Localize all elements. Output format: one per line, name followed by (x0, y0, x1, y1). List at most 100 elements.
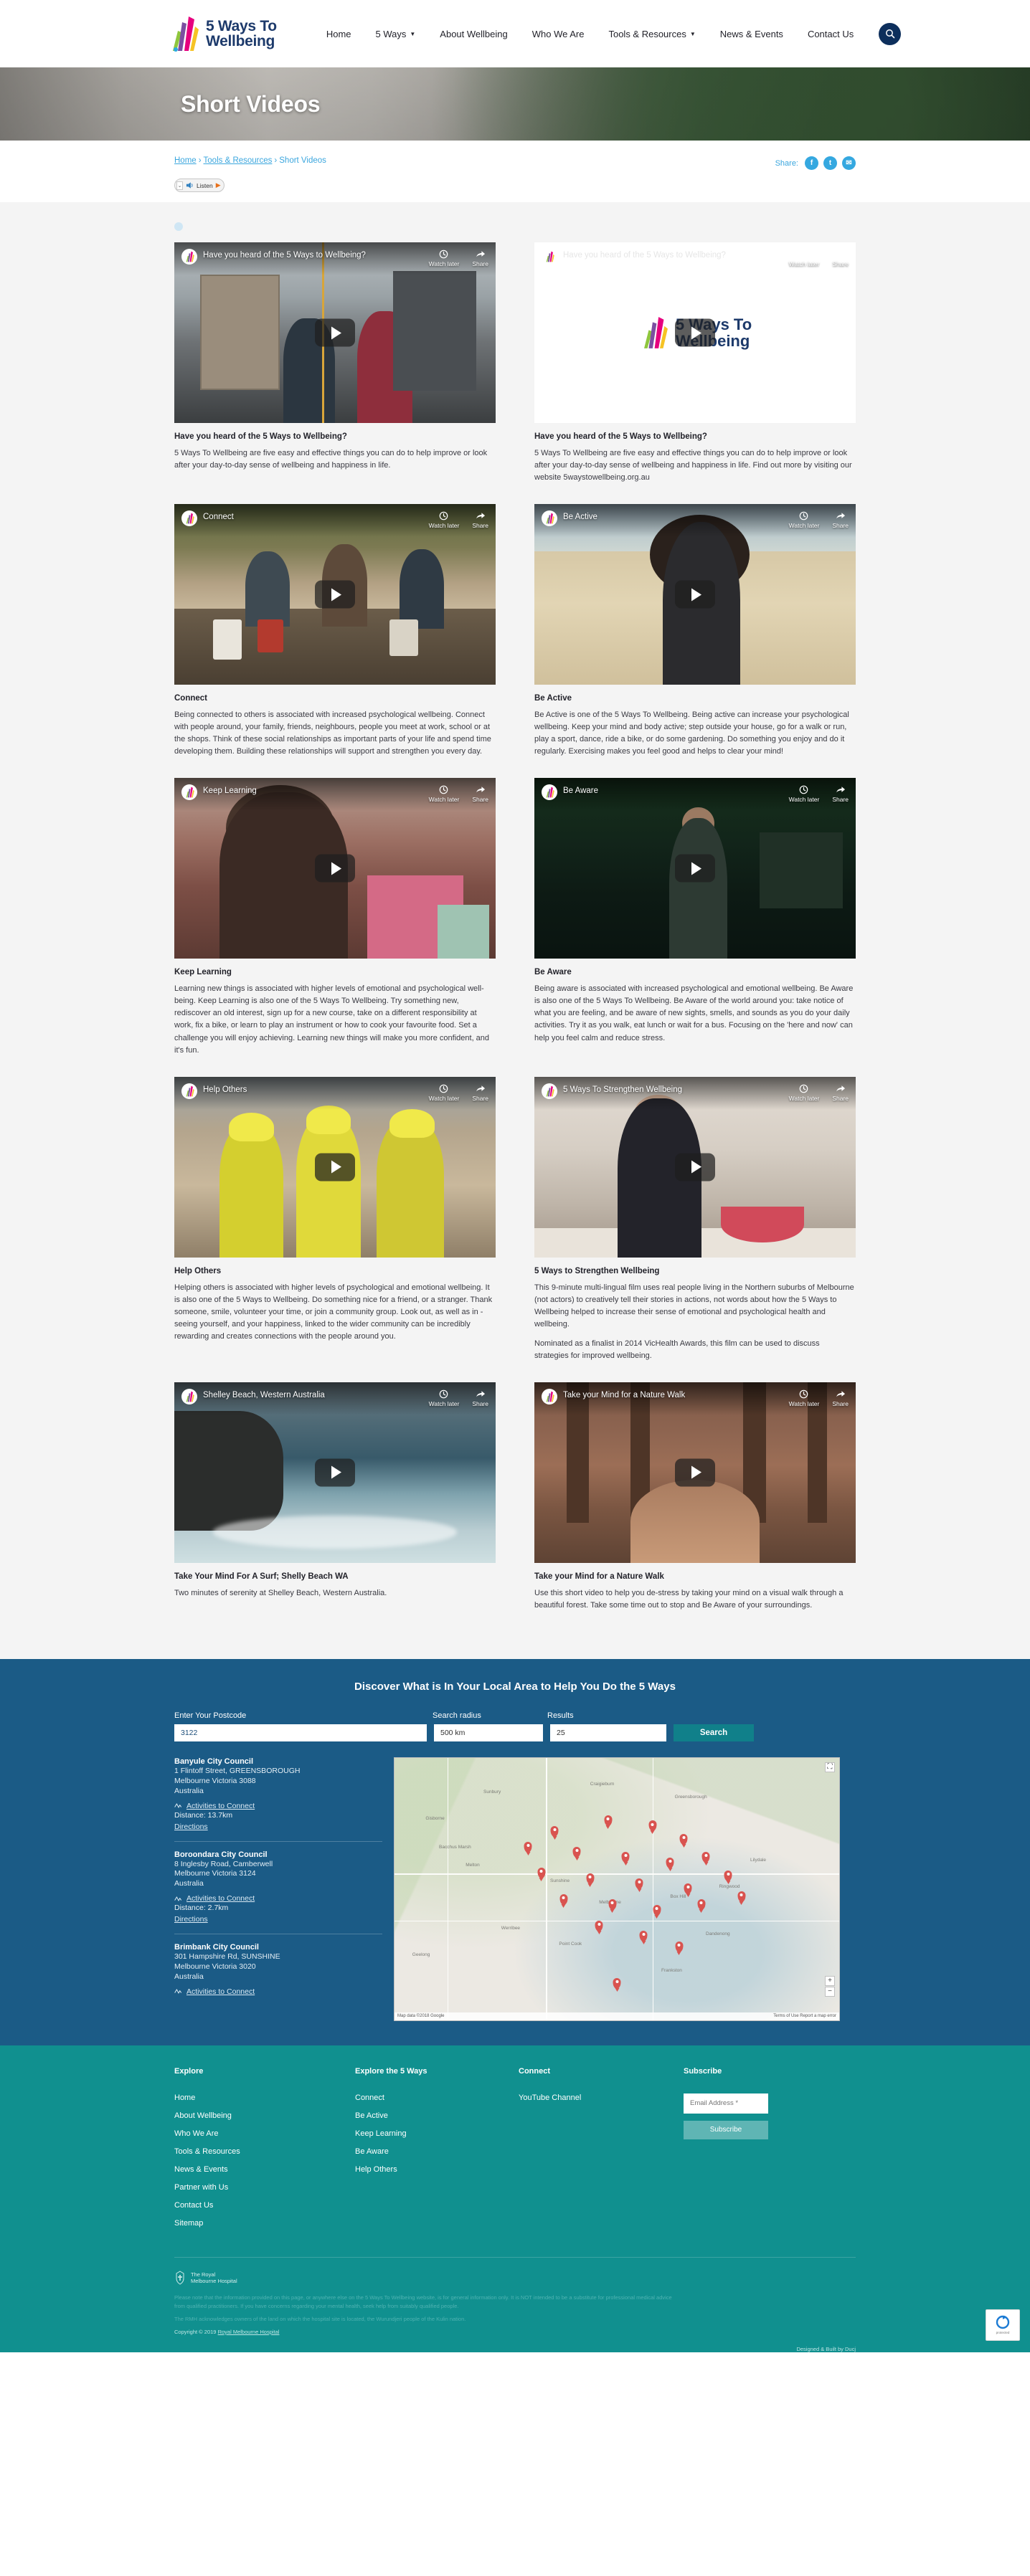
directions-link[interactable]: Directions (174, 1822, 208, 1831)
watch-later-button[interactable]: Watch later (789, 1389, 819, 1407)
results-count-input[interactable] (550, 1724, 666, 1741)
footer-link-contact-us[interactable]: Contact Us (174, 2201, 355, 2210)
footer-link-news-events[interactable]: News & Events (174, 2165, 355, 2174)
email-icon[interactable]: ✉ (842, 156, 856, 170)
map-zoom-out-button[interactable]: − (825, 1986, 835, 1997)
map-zoom-in-button[interactable]: + (825, 1975, 835, 1986)
nav-item-about-wellbeing[interactable]: About Wellbeing (440, 29, 507, 39)
play-icon[interactable]: ▶ (216, 181, 221, 189)
nav-item-who-we-are[interactable]: Who We Are (532, 29, 585, 39)
footer-link-partner-with-us[interactable]: Partner with Us (174, 2183, 355, 2192)
channel-avatar-icon[interactable] (181, 1083, 197, 1099)
footer-link-who-we-are[interactable]: Who We Are (174, 2129, 355, 2138)
subscribe-button[interactable]: Subscribe (684, 2120, 768, 2139)
video-thumbnail[interactable]: 5 Ways ToWellbeingHave you heard of the … (534, 242, 856, 423)
locator-results-list[interactable]: Banyule City Council 1 Flintoff Street, G… (174, 1757, 382, 2021)
footer-link-be-active[interactable]: Be Active (355, 2111, 519, 2120)
video-thumbnail[interactable]: 5 Ways To Strengthen Wellbeing Watch late… (534, 1076, 856, 1258)
watch-later-button[interactable]: Watch later (429, 249, 459, 267)
footer-link-tools-resources[interactable]: Tools & Resources (174, 2147, 355, 2156)
share-button[interactable]: Share (472, 249, 488, 267)
watch-later-button[interactable]: Watch later (789, 511, 819, 529)
channel-avatar-icon[interactable] (542, 510, 557, 527)
channel-avatar-icon[interactable] (542, 784, 557, 801)
footer-link-home[interactable]: Home (174, 2093, 355, 2102)
nav-item-contact-us[interactable]: Contact Us (808, 29, 854, 39)
video-thumbnail[interactable]: Take your Mind for a Nature Walk Watch la… (534, 1382, 856, 1563)
listen-widget[interactable]: ⌄ Listen ▶ (174, 179, 225, 192)
radius-input[interactable] (434, 1724, 543, 1741)
channel-avatar-icon[interactable] (181, 784, 197, 801)
locator-map[interactable]: Sunbury Gisborne Craigieburn Greensborou… (394, 1757, 840, 2021)
play-button[interactable] (315, 1153, 355, 1182)
video-thumbnail[interactable]: Keep Learning Watch later Share (174, 778, 496, 959)
share-button[interactable]: Share (472, 511, 488, 529)
watch-later-button[interactable]: Watch later (429, 511, 459, 529)
site-logo[interactable]: 5 Ways To Wellbeing (166, 15, 277, 52)
breadcrumb-item-home[interactable]: Home (174, 156, 197, 165)
share-button[interactable]: Share (472, 1084, 488, 1102)
activities-to-connect-link[interactable]: Activities to Connect (186, 1987, 255, 1996)
play-button[interactable] (675, 580, 715, 609)
footer-link-sitemap[interactable]: Sitemap (174, 2219, 355, 2228)
share-button[interactable]: Share (832, 249, 849, 267)
play-button[interactable] (675, 854, 715, 883)
share-button[interactable]: Share (832, 1084, 849, 1102)
video-thumbnail[interactable]: Help Others Watch later Share (174, 1076, 496, 1258)
video-thumbnail[interactable]: Shelley Beach, Western Australia Watch la… (174, 1382, 496, 1563)
video-thumbnail[interactable]: Be Aware Watch later Share (534, 778, 856, 959)
play-button[interactable] (315, 854, 355, 883)
directions-link[interactable]: Directions (174, 1915, 208, 1924)
recaptcha-badge[interactable]: protected (986, 2309, 1020, 2341)
postcode-input[interactable] (174, 1724, 427, 1741)
watch-later-button[interactable]: Watch later (429, 785, 459, 803)
footer-link-keep-learning[interactable]: Keep Learning (355, 2129, 519, 2138)
email-field[interactable] (684, 2093, 768, 2114)
footer-link-youtube-channel[interactable]: YouTube Channel (519, 2093, 684, 2102)
watch-later-button[interactable]: Watch later (789, 785, 819, 803)
play-button[interactable] (315, 318, 355, 347)
nav-item-news-events[interactable]: News & Events (720, 29, 783, 39)
map-fullscreen-button[interactable]: ⛶ (825, 1762, 835, 1772)
nav-item-5-ways[interactable]: 5 Ways ▼ (376, 29, 416, 39)
channel-avatar-icon[interactable] (542, 249, 557, 265)
video-thumbnail[interactable]: Be Active Watch later Share (534, 504, 856, 685)
locator-search-button[interactable]: Search (674, 1724, 754, 1741)
play-button[interactable] (675, 318, 715, 347)
copyright-link[interactable]: Royal Melbourne Hospital (218, 2329, 280, 2335)
channel-avatar-icon[interactable] (181, 1388, 197, 1405)
watch-later-button[interactable]: Watch later (789, 249, 819, 267)
play-button[interactable] (315, 580, 355, 609)
video-thumbnail[interactable]: Have you heard of the 5 Ways to Wellbein… (174, 242, 496, 423)
footer-link-about-wellbeing[interactable]: About Wellbeing (174, 2111, 355, 2120)
activities-to-connect-link[interactable]: Activities to Connect (186, 1894, 255, 1903)
nav-item-home[interactable]: Home (326, 29, 351, 39)
share-button[interactable]: Share (832, 785, 849, 803)
watch-later-button[interactable]: Watch later (429, 1389, 459, 1407)
video-thumbnail[interactable]: Connect Watch later Share (174, 504, 496, 685)
channel-avatar-icon[interactable] (542, 1083, 557, 1099)
activities-to-connect-link[interactable]: Activities to Connect (186, 1802, 255, 1810)
nav-item-tools-resources[interactable]: Tools & Resources ▼ (608, 29, 695, 39)
twitter-icon[interactable]: t (823, 156, 837, 170)
footer-link-help-others[interactable]: Help Others (355, 2165, 519, 2174)
channel-avatar-icon[interactable] (542, 1388, 557, 1405)
chevron-down-icon[interactable]: ⌄ (176, 181, 183, 190)
play-button[interactable] (675, 1153, 715, 1182)
watch-later-button[interactable]: Watch later (429, 1084, 459, 1102)
play-button[interactable] (315, 1458, 355, 1487)
footer-link-connect[interactable]: Connect (355, 2093, 519, 2102)
share-button[interactable]: Share (832, 511, 849, 529)
share-button[interactable]: Share (472, 1389, 488, 1407)
facebook-icon[interactable]: f (805, 156, 818, 170)
footer-link-be-aware[interactable]: Be Aware (355, 2147, 519, 2156)
breadcrumb-item-tools[interactable]: Tools & Resources (204, 156, 273, 165)
channel-avatar-icon[interactable] (181, 249, 197, 265)
share-button[interactable]: Share (832, 1389, 849, 1407)
channel-avatar-icon[interactable] (181, 510, 197, 527)
play-button[interactable] (675, 1458, 715, 1487)
share-arrow-icon (836, 251, 845, 257)
share-button[interactable]: Share (472, 785, 488, 803)
watch-later-button[interactable]: Watch later (789, 1084, 819, 1102)
search-button[interactable] (879, 22, 902, 45)
